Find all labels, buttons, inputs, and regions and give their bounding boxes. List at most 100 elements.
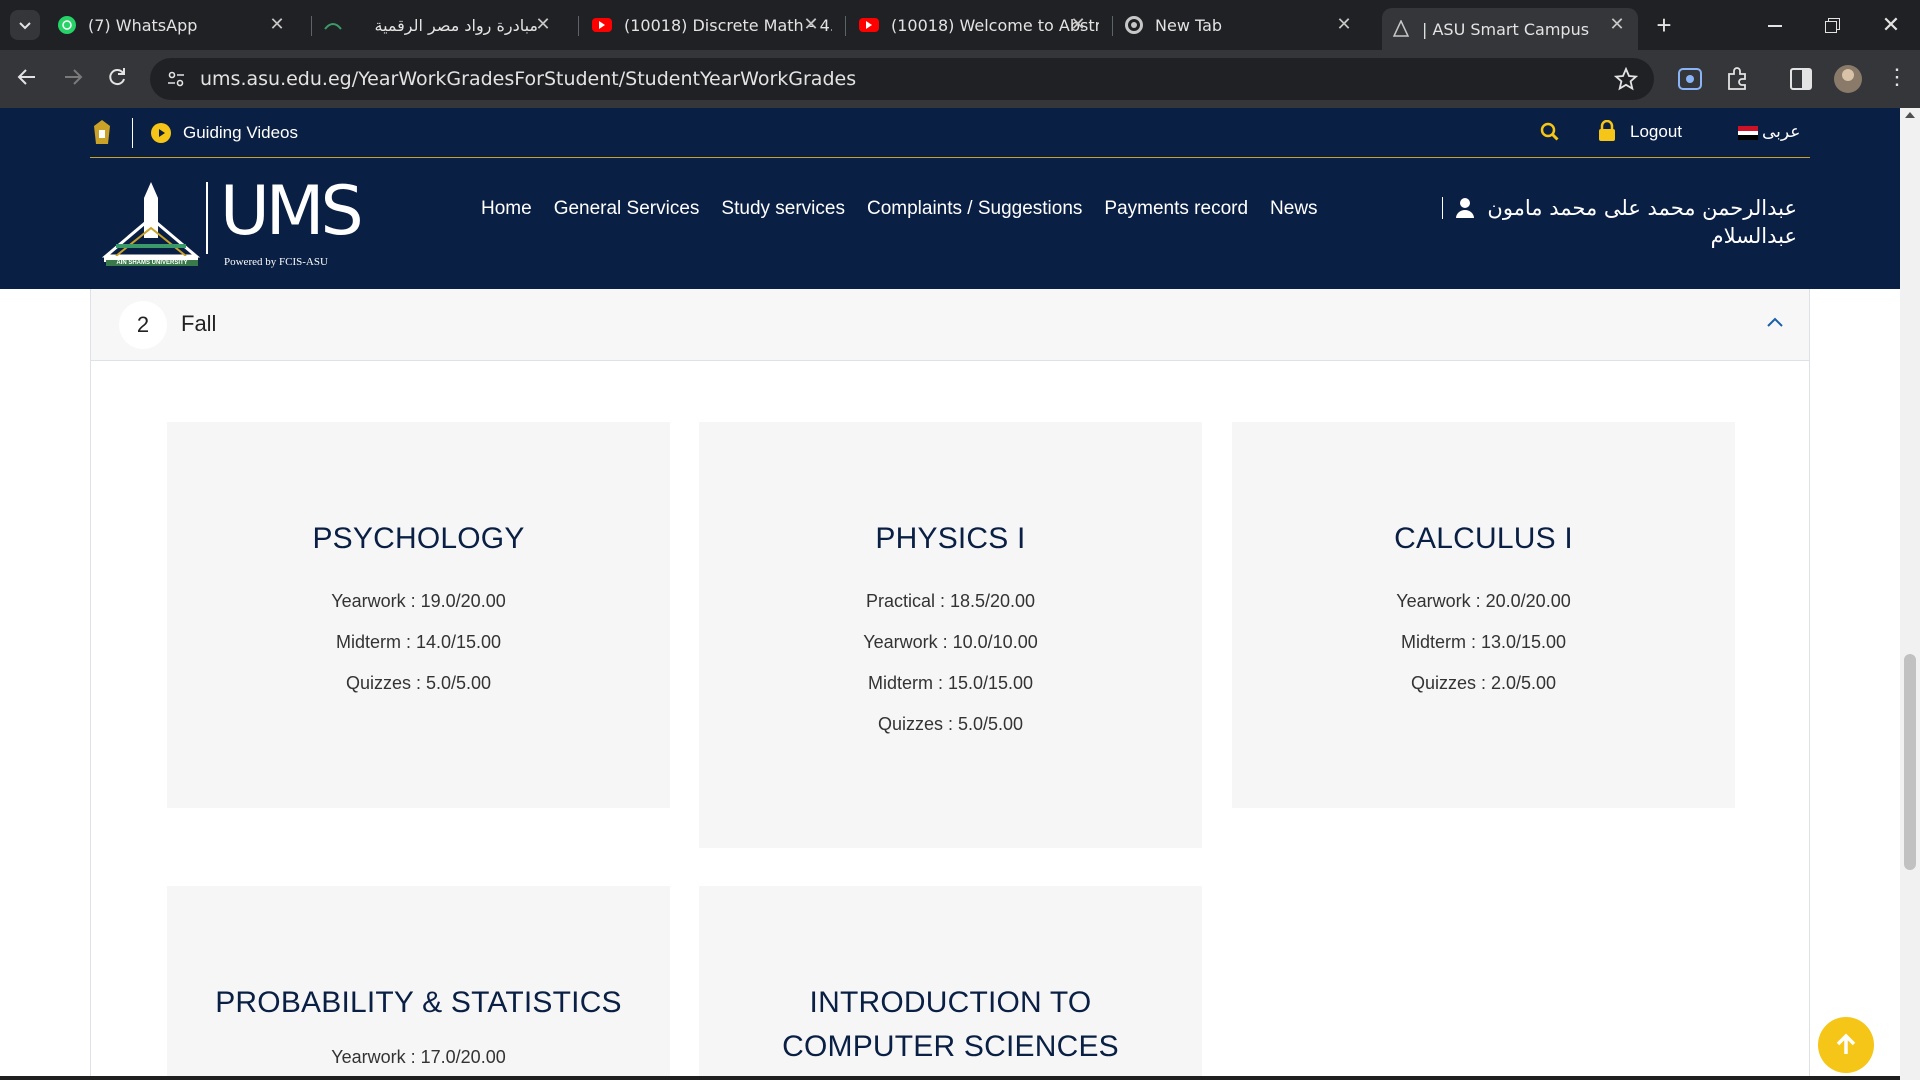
lock-icon	[1598, 119, 1616, 147]
asu-logo[interactable]: AIN SHAMS UNIVERSITY	[96, 178, 206, 270]
nav-payments-record[interactable]: Payments record	[1104, 198, 1248, 220]
egypt-flag-icon	[1738, 126, 1758, 141]
play-circle-icon	[151, 122, 171, 143]
university-name: AIN SHAMS UNIVERSITY	[106, 260, 198, 266]
reload-button[interactable]	[104, 66, 130, 92]
chevron-up-icon[interactable]	[1763, 311, 1787, 335]
site-info-icon[interactable]	[166, 69, 186, 89]
whatsapp-icon	[58, 16, 76, 34]
nav-study-services[interactable]: Study services	[721, 198, 845, 220]
semester-panel: 2 Fall PSYCHOLOGY Yearwork : 19.0/20.00 …	[90, 289, 1810, 1080]
minimize-button[interactable]	[1760, 12, 1790, 38]
powered-by: Powered by FCIS-ASU	[224, 256, 328, 268]
side-panel-icon[interactable]	[1790, 68, 1812, 90]
bookmark-star-icon[interactable]	[1613, 66, 1639, 96]
screen-capture-icon[interactable]	[1678, 68, 1702, 90]
user-name[interactable]: عبدالرحمن محمد على محمد مامون عبدالسلام	[1442, 194, 1797, 250]
youtube-icon	[859, 18, 879, 32]
nav-home[interactable]: Home	[481, 198, 532, 220]
close-tab-icon[interactable]: ✕	[266, 14, 288, 36]
semester-accordion-header[interactable]: 2 Fall	[91, 289, 1809, 361]
chrome-icon	[1125, 16, 1143, 34]
browser-tab[interactable]: مبادرة رواد مصر الرقمية ✕	[324, 8, 564, 42]
close-tab-icon[interactable]: ✕	[1333, 14, 1355, 36]
forward-button[interactable]	[60, 66, 86, 92]
grade-line: Practical : 18.5/20.00	[865, 591, 1036, 611]
bottom-edge	[0, 1076, 1900, 1080]
browser-tab[interactable]: (10018) Welcome to Abstra ✕	[859, 8, 1099, 42]
reload-icon	[109, 68, 125, 86]
close-tab-icon[interactable]: ✕	[532, 14, 554, 36]
course-card: PHYSICS I Practical : 18.5/20.00 Yearwor…	[699, 422, 1202, 848]
arrow-right-icon	[65, 69, 83, 85]
ums-brand: UMS	[220, 172, 364, 251]
main-navigation: AIN SHAMS UNIVERSITY UMS Powered by FCIS…	[0, 168, 1900, 288]
course-name: PHYSICS I	[875, 522, 1026, 555]
browser-tab[interactable]: (10018) Discrete Math - 4.3 ✕	[592, 8, 832, 42]
tab-separator	[311, 16, 312, 36]
browser-tab-active[interactable]: | ASU Smart Campus ✕	[1382, 8, 1638, 50]
username-line1: عبدالرحمن محمد على محمد مامون	[1487, 196, 1797, 220]
course-card: INTRODUCTION TO COMPUTER SCIENCES	[699, 886, 1202, 1080]
page-content: 2 Fall PSYCHOLOGY Yearwork : 19.0/20.00 …	[0, 289, 1900, 1080]
logout-link[interactable]: Logout	[1630, 122, 1682, 142]
restore-button[interactable]	[1818, 12, 1848, 38]
course-card: PSYCHOLOGY Yearwork : 19.0/20.00 Midterm…	[167, 422, 670, 808]
course-card: PROBABILITY & STATISTICS Yearwork : 17.0…	[167, 886, 670, 1080]
profile-avatar[interactable]	[1834, 65, 1862, 93]
grade-line: Yearwork : 10.0/10.00	[863, 632, 1038, 652]
site-header: Guiding Videos Logout عربى AIN SHAMS UNI…	[0, 108, 1900, 289]
grade-line: Midterm : 13.0/15.00	[1400, 632, 1567, 652]
site-icon	[324, 16, 342, 34]
page-scrollbar[interactable]	[1900, 108, 1920, 1080]
grade-line: Quizzes : 5.0/5.00	[877, 714, 1024, 734]
guiding-videos-link[interactable]: Guiding Videos	[183, 123, 298, 143]
grade-line: Midterm : 14.0/15.00	[335, 632, 502, 652]
nav-links: Home General Services Study services Com…	[481, 198, 1318, 220]
browser-tab[interactable]: New Tab ✕	[1125, 8, 1365, 42]
grade-line: Yearwork : 17.0/20.00	[331, 1047, 506, 1067]
tab-separator	[578, 16, 579, 36]
course-name: CALCULUS I	[1394, 522, 1573, 555]
nav-complaints-suggestions[interactable]: Complaints / Suggestions	[867, 198, 1082, 220]
grade-line: Quizzes : 2.0/5.00	[1410, 673, 1557, 693]
course-card: CALCULUS I Yearwork : 20.0/20.00 Midterm…	[1232, 422, 1735, 808]
nav-news[interactable]: News	[1270, 198, 1318, 220]
close-tab-icon[interactable]: ✕	[1606, 14, 1628, 36]
arrow-left-icon	[17, 69, 35, 85]
grade-line: Quizzes : 5.0/5.00	[345, 673, 492, 693]
close-tab-icon[interactable]: ✕	[800, 14, 822, 36]
browser-toolbar: ums.asu.edu.eg/YearWorkGradesForStudent/…	[0, 50, 1920, 108]
url-text: ums.asu.edu.eg/YearWorkGradesForStudent/…	[200, 68, 857, 90]
tab-separator	[1112, 16, 1113, 36]
language-switch[interactable]: عربى	[1762, 122, 1800, 142]
close-tab-icon[interactable]: ✕	[1067, 14, 1089, 36]
nav-general-services[interactable]: General Services	[554, 198, 700, 220]
semester-number: 2	[119, 301, 167, 349]
course-name: INTRODUCTION TO COMPUTER SCIENCES	[782, 986, 1119, 1063]
egypt-emblem-icon	[90, 118, 114, 148]
new-tab-button[interactable]: +	[1650, 12, 1678, 40]
grade-line: Yearwork : 20.0/20.00	[1396, 591, 1571, 611]
back-to-top-button[interactable]	[1818, 1017, 1874, 1073]
browser-menu-icon[interactable]: ⋮	[1886, 66, 1908, 92]
search-icon[interactable]	[1540, 122, 1560, 147]
scrollbar-thumb[interactable]	[1904, 654, 1916, 870]
username-line2: عبدالسلام	[1710, 224, 1797, 248]
address-bar[interactable]: ums.asu.edu.eg/YearWorkGradesForStudent/…	[150, 58, 1654, 100]
grade-line: Yearwork : 19.0/20.00	[331, 591, 506, 611]
back-button[interactable]	[14, 66, 40, 92]
close-window-button[interactable]: ✕	[1876, 12, 1906, 38]
course-name: PSYCHOLOGY	[312, 522, 525, 555]
user-icon	[1455, 197, 1475, 219]
grade-line: Midterm : 15.0/15.00	[867, 673, 1034, 693]
browser-tab[interactable]: (7) WhatsApp ✕	[58, 8, 298, 42]
youtube-icon	[592, 18, 612, 32]
extensions-icon[interactable]	[1724, 66, 1750, 92]
chevron-down-icon	[19, 22, 31, 30]
course-name: PROBABILITY & STATISTICS	[215, 986, 622, 1019]
tab-separator	[845, 16, 846, 36]
tab-search-button[interactable]	[10, 10, 40, 40]
browser-tab-bar: (7) WhatsApp ✕ مبادرة رواد مصر الرقمية ✕…	[0, 0, 1920, 50]
semester-title: Fall	[181, 311, 217, 336]
